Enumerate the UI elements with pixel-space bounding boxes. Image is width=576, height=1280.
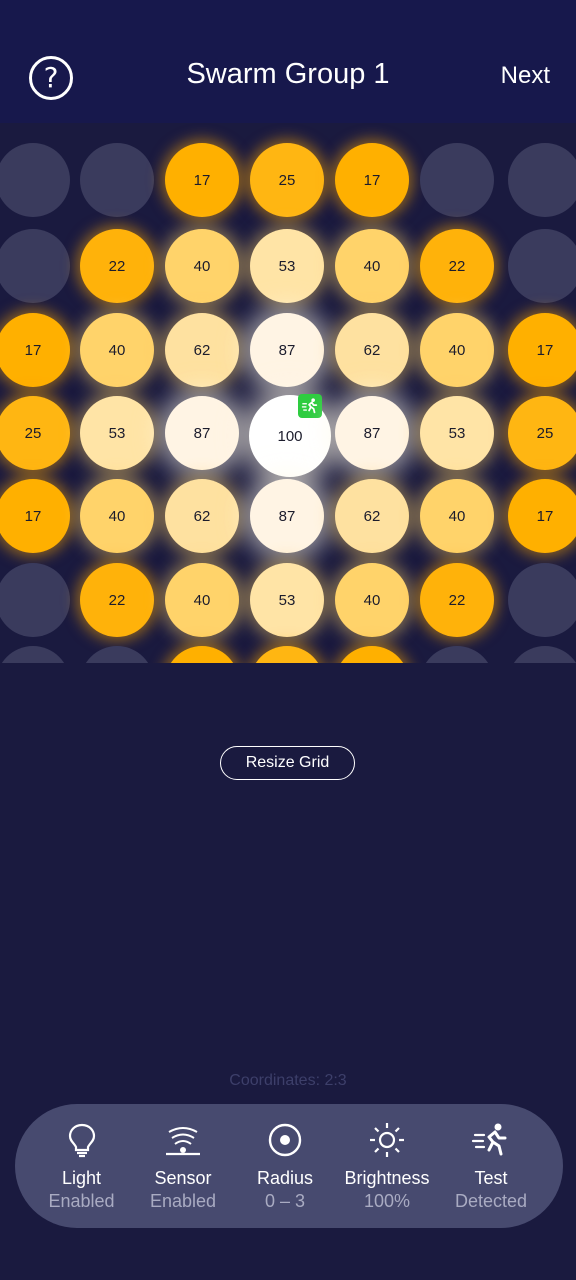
grid-cell-empty[interactable] [80, 143, 154, 217]
grid-cell[interactable]: 40 [165, 563, 239, 637]
grid-cell[interactable]: 17 [165, 143, 239, 217]
grid-cell[interactable]: 62 [165, 479, 239, 553]
toolbar-light-button[interactable]: Light Enabled [30, 1104, 133, 1228]
toolbar-radius-value: 0 – 3 [264, 1191, 306, 1211]
grid-cell[interactable]: 62 [335, 479, 409, 553]
grid-cell-empty[interactable] [80, 646, 154, 663]
next-button[interactable]: Next [501, 62, 550, 90]
grid-cell-empty[interactable] [508, 646, 576, 663]
grid-cell[interactable]: 25 [250, 646, 324, 663]
grid-cell[interactable]: 25 [508, 396, 576, 470]
grid-cell[interactable]: 40 [335, 563, 409, 637]
grid-cell[interactable]: 40 [335, 229, 409, 303]
toolbar-sensor-label: Sensor [154, 1168, 212, 1188]
grid-cell-empty[interactable] [0, 646, 70, 663]
grid-cell[interactable]: 40 [420, 313, 494, 387]
toolbar-test-button[interactable]: Test Detected [439, 1104, 543, 1228]
lightbulb-icon [68, 1123, 95, 1158]
grid-cell[interactable]: 22 [80, 563, 154, 637]
grid-cell-empty[interactable] [0, 229, 70, 303]
grid-cell[interactable]: 17 [335, 646, 409, 663]
running-person-icon [298, 394, 322, 418]
bottom-toolbar: Light Enabled Sensor Enabled Radius 0 – … [15, 1104, 563, 1228]
grid-cell[interactable]: 87 [250, 313, 324, 387]
grid-cell[interactable]: 62 [335, 313, 409, 387]
grid-cell[interactable]: 17 [508, 313, 576, 387]
grid-cell[interactable]: 17 [0, 313, 70, 387]
toolbar-brightness-button[interactable]: Brightness 100% [337, 1104, 437, 1228]
grid-cell-empty[interactable] [420, 143, 494, 217]
grid-cell[interactable]: 17 [0, 479, 70, 553]
grid-cell-empty[interactable] [508, 563, 576, 637]
running-person-icon [471, 1123, 507, 1156]
grid-cell[interactable]: 40 [165, 229, 239, 303]
grid-cell[interactable]: 17 [165, 646, 239, 663]
page-title: Swarm Group 1 [186, 58, 390, 90]
toolbar-brightness-value: 100% [363, 1191, 411, 1211]
grid-cell[interactable]: 53 [250, 563, 324, 637]
grid-cell-empty[interactable] [0, 143, 70, 217]
swarm-grid: 17 25 17 22 40 53 40 22 17 40 62 87 62 40 17 25 53 87 100 8… [0, 123, 576, 663]
grid-cell-empty[interactable] [508, 229, 576, 303]
toolbar-brightness-label: Brightness [344, 1168, 430, 1188]
grid-cell[interactable]: 87 [335, 396, 409, 470]
coordinates-readout: Coordinates: 2:3 [229, 1072, 347, 1089]
toolbar-sensor-button[interactable]: Sensor Enabled [133, 1104, 233, 1228]
grid-cell[interactable]: 17 [335, 143, 409, 217]
radius-target-icon [268, 1123, 302, 1157]
sun-icon [370, 1123, 404, 1157]
grid-cell[interactable]: 53 [80, 396, 154, 470]
grid-cell[interactable]: 22 [420, 229, 494, 303]
grid-cell-empty[interactable] [420, 646, 494, 663]
grid-cell-empty[interactable] [508, 143, 576, 217]
grid-cell[interactable]: 17 [508, 479, 576, 553]
toolbar-light-value: Enabled [48, 1191, 115, 1211]
grid-cell[interactable]: 22 [80, 229, 154, 303]
top-bar: ? Swarm Group 1 Next [0, 0, 576, 123]
grid-cell[interactable]: 25 [250, 143, 324, 217]
grid-cell[interactable]: 87 [250, 479, 324, 553]
resize-grid-button[interactable]: Resize Grid [220, 746, 355, 780]
grid-cell[interactable]: 25 [0, 396, 70, 470]
grid-cell-empty[interactable] [0, 563, 70, 637]
grid-cell[interactable]: 40 [420, 479, 494, 553]
toolbar-sensor-value: Enabled [149, 1191, 217, 1211]
grid-cell[interactable]: 62 [165, 313, 239, 387]
toolbar-light-label: Light [61, 1168, 102, 1188]
grid-cell[interactable]: 53 [250, 229, 324, 303]
toolbar-test-value: Detected [454, 1191, 528, 1211]
sensor-waves-icon [166, 1127, 200, 1156]
grid-cell[interactable]: 40 [80, 479, 154, 553]
toolbar-radius-button[interactable]: Radius 0 – 3 [235, 1104, 335, 1228]
toolbar-test-label: Test [474, 1168, 508, 1188]
grid-cell[interactable]: 53 [420, 396, 494, 470]
grid-cell[interactable]: 87 [165, 396, 239, 470]
grid-cell[interactable]: 40 [80, 313, 154, 387]
toolbar-radius-label: Radius [256, 1168, 314, 1188]
grid-cell[interactable]: 22 [420, 563, 494, 637]
